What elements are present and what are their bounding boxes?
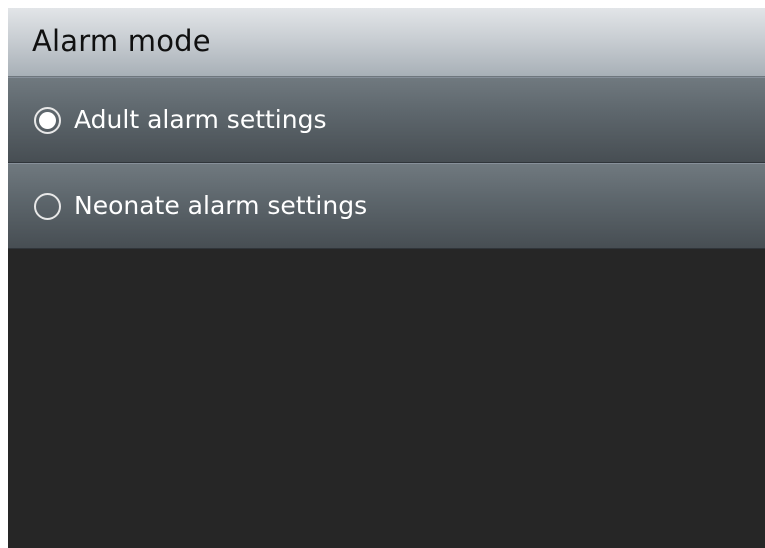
option-label: Adult alarm settings <box>74 105 327 134</box>
option-adult-alarm-settings[interactable]: Adult alarm settings <box>8 77 765 163</box>
alarm-mode-screen: Alarm mode Adult alarm settings Neonate … <box>8 8 765 548</box>
page-title: Alarm mode <box>32 24 211 58</box>
title-bar: Alarm mode <box>8 8 765 77</box>
radio-selected-icon[interactable] <box>34 107 61 134</box>
option-neonate-alarm-settings[interactable]: Neonate alarm settings <box>8 163 765 249</box>
radio-unselected-icon[interactable] <box>34 193 61 220</box>
empty-content-area <box>8 250 765 548</box>
option-label: Neonate alarm settings <box>74 191 368 220</box>
radio-dot <box>39 112 56 129</box>
